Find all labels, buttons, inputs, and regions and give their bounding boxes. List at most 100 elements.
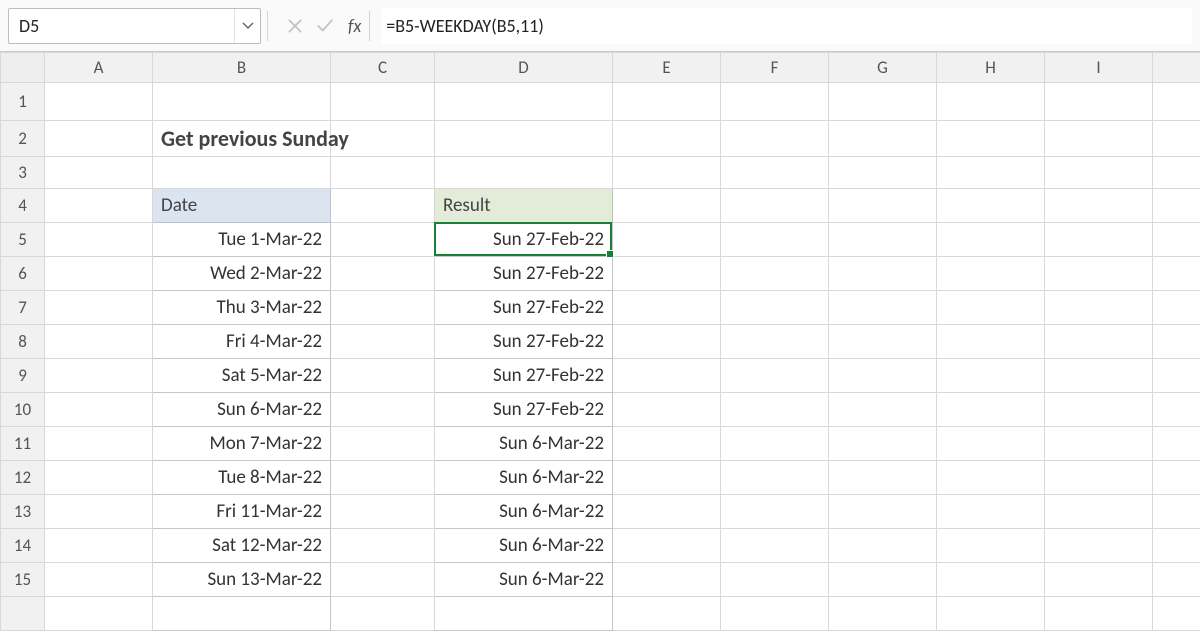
cell-J4[interactable]: [1153, 189, 1200, 223]
cell-I14[interactable]: [1045, 529, 1153, 563]
cell-F12[interactable]: [721, 461, 829, 495]
cell-E11[interactable]: [613, 427, 721, 461]
cell-G9[interactable]: [829, 359, 937, 393]
cell-F5[interactable]: [721, 223, 829, 257]
cell-I7[interactable]: [1045, 291, 1153, 325]
row-header-2[interactable]: 2: [1, 121, 45, 157]
cell-D13[interactable]: Sun 6-Mar-22: [435, 495, 613, 529]
cell-F7[interactable]: [721, 291, 829, 325]
row-header-10[interactable]: 10: [1, 393, 45, 427]
cell-A16[interactable]: [45, 597, 153, 631]
cell-G1[interactable]: [829, 83, 937, 121]
select-all-corner[interactable]: [1, 53, 45, 83]
cell-J8[interactable]: [1153, 325, 1200, 359]
cell-E10[interactable]: [613, 393, 721, 427]
cell-F9[interactable]: [721, 359, 829, 393]
cell-C10[interactable]: [331, 393, 435, 427]
cell-H14[interactable]: [937, 529, 1045, 563]
cell-G15[interactable]: [829, 563, 937, 597]
cell-B9[interactable]: Sat 5-Mar-22: [153, 359, 331, 393]
cell-D15[interactable]: Sun 6-Mar-22: [435, 563, 613, 597]
cell-E3[interactable]: [613, 157, 721, 189]
cell-G12[interactable]: [829, 461, 937, 495]
cell-J2[interactable]: [1153, 121, 1200, 157]
cell-G10[interactable]: [829, 393, 937, 427]
col-header-J[interactable]: J: [1153, 53, 1200, 83]
cell-E1[interactable]: [613, 83, 721, 121]
row-header-3[interactable]: 3: [1, 157, 45, 189]
cell-H16[interactable]: [937, 597, 1045, 631]
cell-F6[interactable]: [721, 257, 829, 291]
cell-C6[interactable]: [331, 257, 435, 291]
cell-B15[interactable]: Sun 13-Mar-22: [153, 563, 331, 597]
cell-B6[interactable]: Wed 2-Mar-22: [153, 257, 331, 291]
row-header-12[interactable]: 12: [1, 461, 45, 495]
cell-H1[interactable]: [937, 83, 1045, 121]
row-header-9[interactable]: 9: [1, 359, 45, 393]
cell-H3[interactable]: [937, 157, 1045, 189]
row-header-5[interactable]: 5: [1, 223, 45, 257]
cell-J9[interactable]: [1153, 359, 1200, 393]
row-header-4[interactable]: 4: [1, 189, 45, 223]
col-header-E[interactable]: E: [613, 53, 721, 83]
cell-E12[interactable]: [613, 461, 721, 495]
col-header-A[interactable]: A: [45, 53, 153, 83]
cell-B14[interactable]: Sat 12-Mar-22: [153, 529, 331, 563]
row-header-7[interactable]: 7: [1, 291, 45, 325]
cell-B5[interactable]: Tue 1-Mar-22: [153, 223, 331, 257]
cell-I6[interactable]: [1045, 257, 1153, 291]
cell-A4[interactable]: [45, 189, 153, 223]
cell-F16[interactable]: [721, 597, 829, 631]
cell-G8[interactable]: [829, 325, 937, 359]
name-box-input[interactable]: [9, 9, 234, 43]
cell-C13[interactable]: [331, 495, 435, 529]
cell-I8[interactable]: [1045, 325, 1153, 359]
cell-F3[interactable]: [721, 157, 829, 189]
cell-D14[interactable]: Sun 6-Mar-22: [435, 529, 613, 563]
cell-I11[interactable]: [1045, 427, 1153, 461]
cell-G4[interactable]: [829, 189, 937, 223]
cell-D16[interactable]: [435, 597, 613, 631]
cell-H15[interactable]: [937, 563, 1045, 597]
cell-B11[interactable]: Mon 7-Mar-22: [153, 427, 331, 461]
cell-A3[interactable]: [45, 157, 153, 189]
col-header-C[interactable]: C: [331, 53, 435, 83]
cell-A7[interactable]: [45, 291, 153, 325]
cell-I3[interactable]: [1045, 157, 1153, 189]
cell-I1[interactable]: [1045, 83, 1153, 121]
cell-E13[interactable]: [613, 495, 721, 529]
cell-E6[interactable]: [613, 257, 721, 291]
col-header-B[interactable]: B: [153, 53, 331, 83]
row-header-1[interactable]: 1: [1, 83, 45, 121]
cell-A5[interactable]: [45, 223, 153, 257]
col-header-F[interactable]: F: [721, 53, 829, 83]
cell-A2[interactable]: [45, 121, 153, 157]
cell-F10[interactable]: [721, 393, 829, 427]
cell-H11[interactable]: [937, 427, 1045, 461]
cell-E9[interactable]: [613, 359, 721, 393]
cell-J11[interactable]: [1153, 427, 1200, 461]
enter-button[interactable]: [310, 8, 340, 44]
row-header-16[interactable]: [1, 597, 45, 631]
cell-I4[interactable]: [1045, 189, 1153, 223]
row-header-15[interactable]: 15: [1, 563, 45, 597]
cell-I13[interactable]: [1045, 495, 1153, 529]
cell-H12[interactable]: [937, 461, 1045, 495]
row-header-8[interactable]: 8: [1, 325, 45, 359]
cell-E15[interactable]: [613, 563, 721, 597]
cell-H9[interactable]: [937, 359, 1045, 393]
cell-J14[interactable]: [1153, 529, 1200, 563]
cell-D11[interactable]: Sun 6-Mar-22: [435, 427, 613, 461]
cell-G16[interactable]: [829, 597, 937, 631]
cell-I12[interactable]: [1045, 461, 1153, 495]
cell-G6[interactable]: [829, 257, 937, 291]
col-header-H[interactable]: H: [937, 53, 1045, 83]
name-box-dropdown[interactable]: [234, 9, 260, 43]
cell-C4[interactable]: [331, 189, 435, 223]
cell-I16[interactable]: [1045, 597, 1153, 631]
cell-C3[interactable]: [331, 157, 435, 189]
cell-D7[interactable]: Sun 27-Feb-22: [435, 291, 613, 325]
cell-A14[interactable]: [45, 529, 153, 563]
fx-button[interactable]: fx: [340, 15, 369, 37]
cell-G7[interactable]: [829, 291, 937, 325]
